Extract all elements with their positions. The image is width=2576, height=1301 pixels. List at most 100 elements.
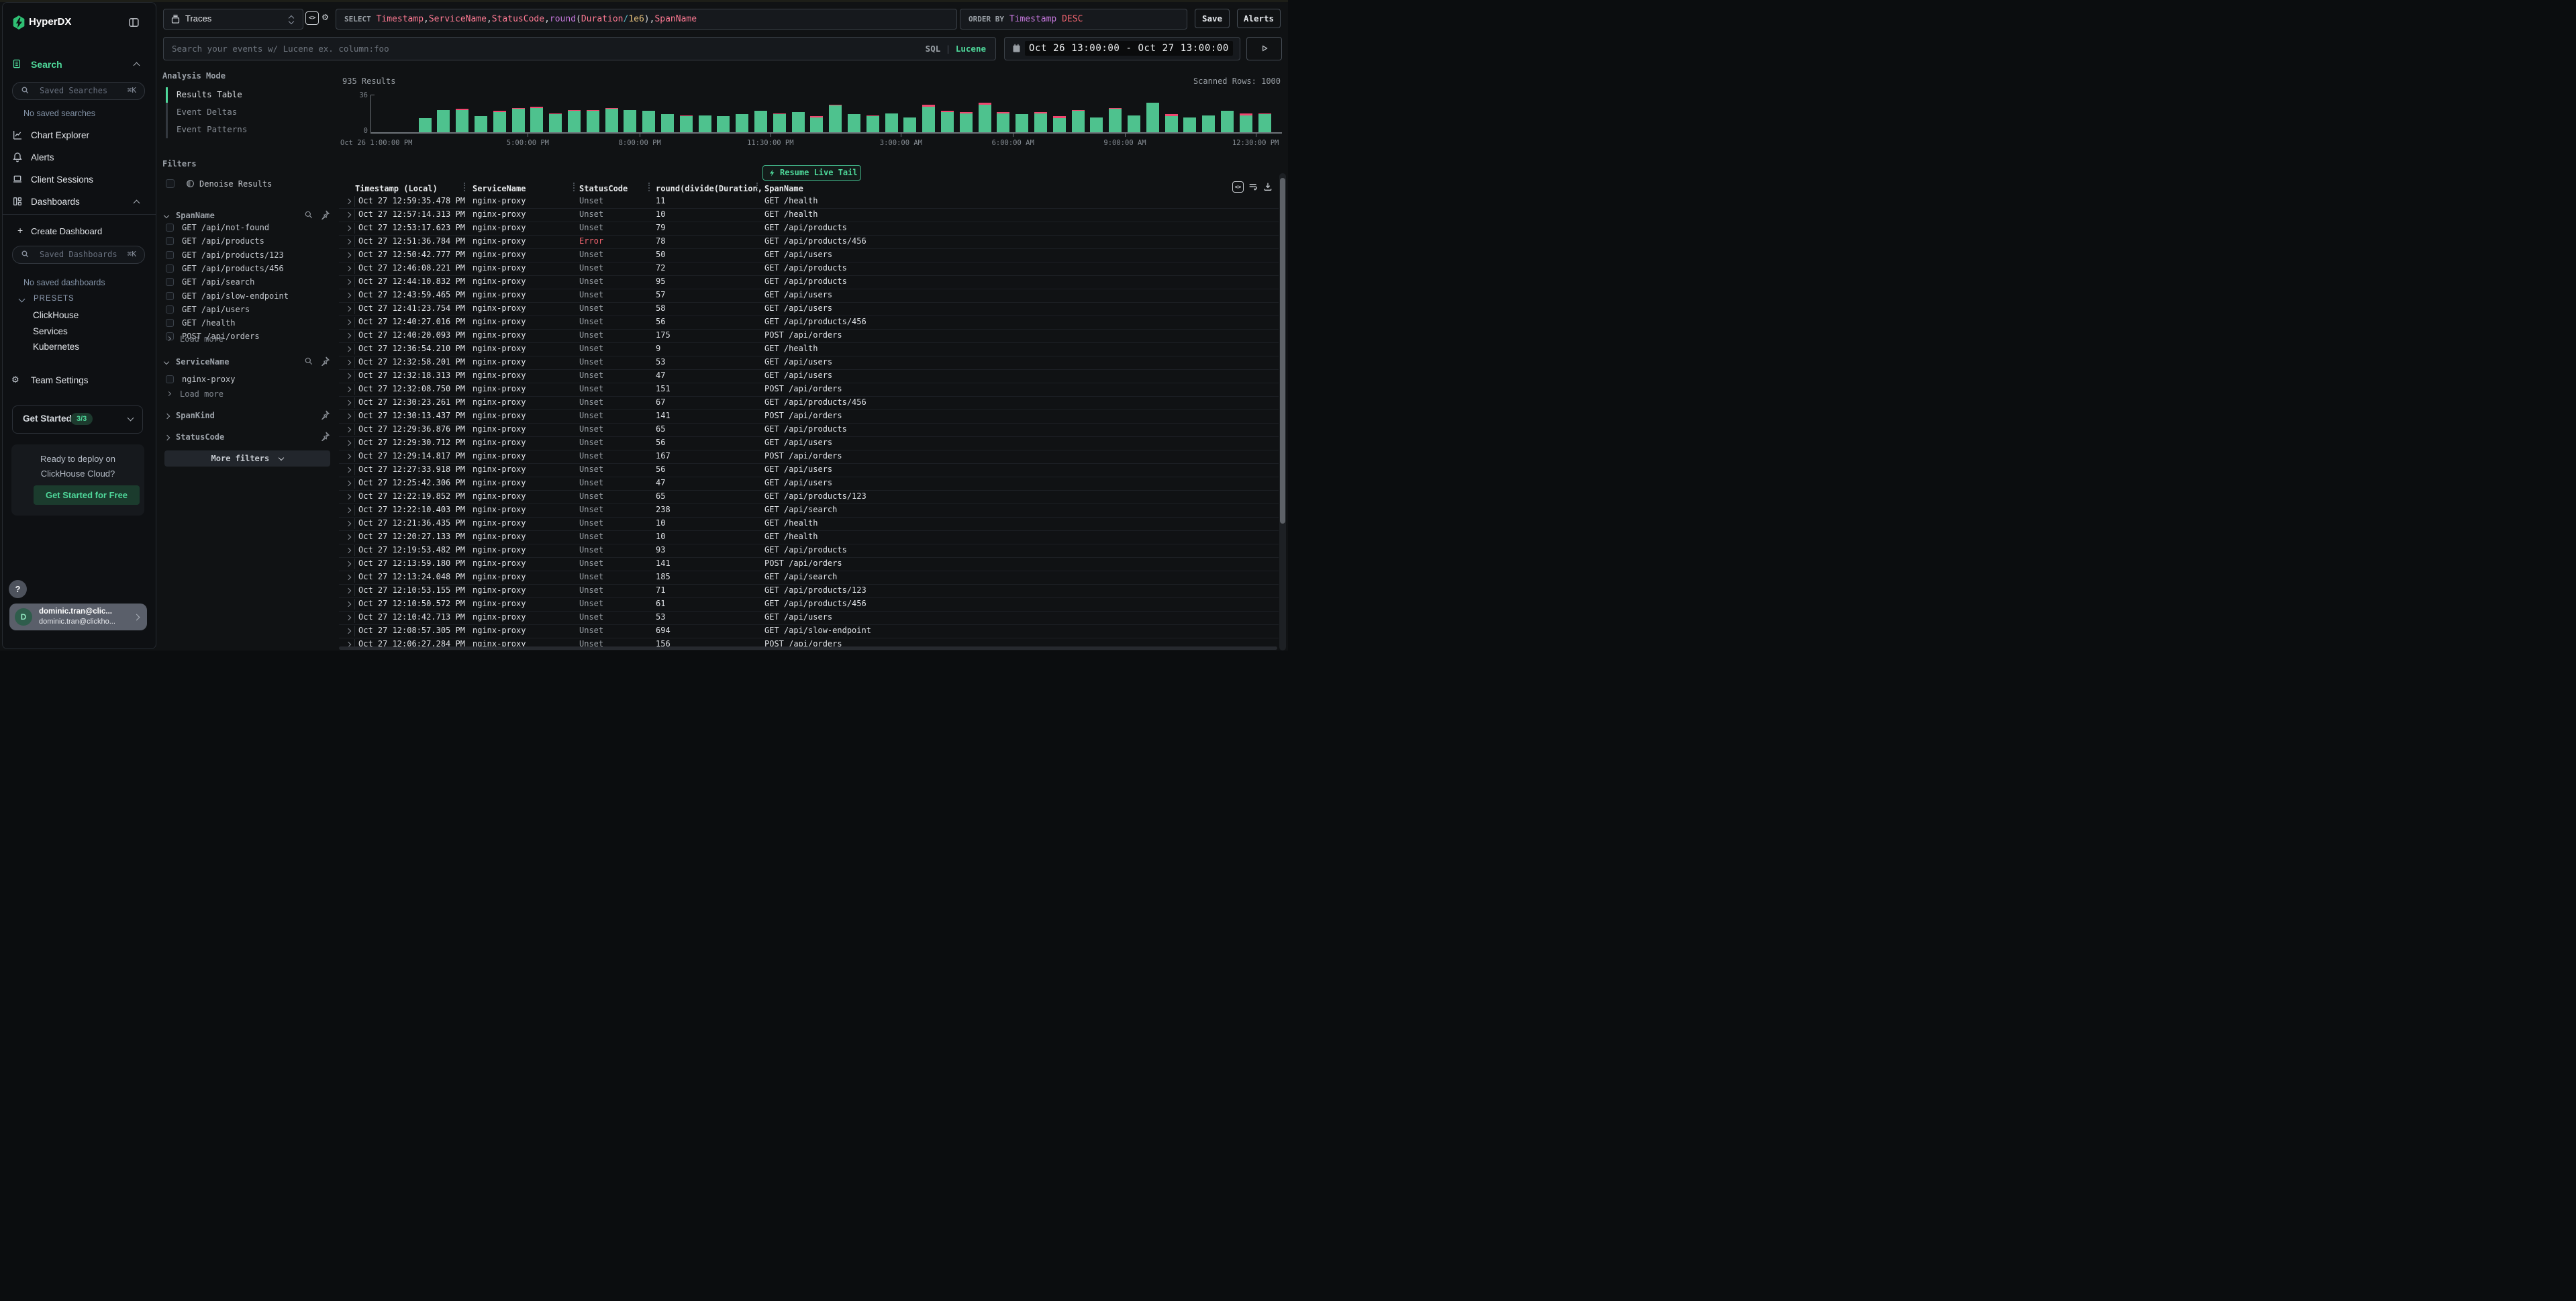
col-header-duration[interactable]: round(divide(Duration, — [656, 184, 762, 193]
histogram-bar[interactable] — [979, 103, 991, 132]
filter-group-servicename[interactable]: ServiceName — [176, 357, 229, 367]
filter-checkbox[interactable] — [166, 375, 174, 383]
filter-value-label[interactable]: GET /api/users — [182, 305, 250, 314]
filter-option[interactable]: GET /api/products — [0, 236, 175, 249]
table-row[interactable]: Oct 27 12:25:42.306 PM nginx-proxy Unset… — [339, 477, 1279, 491]
table-row[interactable]: Oct 27 12:22:19.852 PM nginx-proxy Unset… — [339, 490, 1279, 504]
histogram-bar[interactable] — [1090, 117, 1103, 132]
chevron-down-icon[interactable] — [164, 213, 169, 218]
filter-checkbox[interactable] — [166, 264, 174, 273]
table-row[interactable]: Oct 27 12:30:23.261 PM nginx-proxy Unset… — [339, 396, 1279, 410]
row-expand-chevron[interactable] — [346, 199, 351, 204]
histogram-bar[interactable] — [568, 110, 581, 132]
table-row[interactable]: Oct 27 12:20:27.133 PM nginx-proxy Unset… — [339, 530, 1279, 544]
histogram-bar[interactable] — [941, 111, 954, 132]
table-row[interactable]: Oct 27 12:10:42.713 PM nginx-proxy Unset… — [339, 611, 1279, 625]
histogram-bar[interactable] — [1053, 116, 1066, 132]
gear-icon[interactable]: ⚙ — [322, 11, 328, 23]
source-select[interactable]: Traces — [163, 9, 303, 30]
search-icon[interactable] — [304, 356, 313, 366]
table-row[interactable]: Oct 27 12:10:53.155 PM nginx-proxy Unset… — [339, 584, 1279, 598]
histogram-bar[interactable] — [661, 114, 674, 132]
histogram-bar[interactable] — [717, 116, 730, 132]
time-range-picker[interactable]: Oct 26 13:00:00 - Oct 27 13:00:00 — [1004, 37, 1240, 60]
table-row[interactable]: Oct 27 12:36:54.210 PM nginx-proxy Unset… — [339, 342, 1279, 356]
table-row[interactable]: Oct 27 12:21:36.435 PM nginx-proxy Unset… — [339, 517, 1279, 531]
filter-value-label[interactable]: GET /health — [182, 318, 235, 328]
download-icon[interactable] — [1262, 181, 1273, 192]
filter-option[interactable]: nginx-proxy — [0, 374, 175, 387]
collapse-sidebar-icon[interactable] — [128, 17, 140, 28]
filter-option[interactable]: POST /api/orders — [0, 331, 175, 344]
row-expand-chevron[interactable] — [346, 440, 351, 446]
histogram-bar[interactable] — [1072, 110, 1085, 132]
histogram-bar[interactable] — [848, 114, 860, 132]
row-expand-chevron[interactable] — [346, 239, 351, 244]
row-expand-chevron[interactable] — [346, 628, 351, 634]
table-row[interactable]: Oct 27 12:13:59.180 PM nginx-proxy Unset… — [339, 557, 1279, 571]
text-wrap-icon[interactable] — [1248, 181, 1258, 192]
filter-value-label[interactable]: GET /api/products — [182, 236, 264, 246]
row-expand-chevron[interactable] — [346, 508, 351, 513]
row-expand-chevron[interactable] — [346, 575, 351, 580]
filter-value-label[interactable]: nginx-proxy — [182, 375, 235, 384]
histogram-bar[interactable] — [736, 114, 748, 132]
row-expand-chevron[interactable] — [346, 333, 351, 338]
sidebar-item-chart-explorer[interactable]: Chart Explorer — [31, 130, 89, 140]
table-row[interactable]: Oct 27 12:53:17.623 PM nginx-proxy Unset… — [339, 222, 1279, 236]
lucene-search-input[interactable]: Search your events w/ Lucene ex. column:… — [163, 37, 996, 60]
histogram-bar[interactable] — [512, 108, 525, 132]
table-row[interactable]: Oct 27 12:40:27.016 PM nginx-proxy Unset… — [339, 316, 1279, 330]
mode-event-patterns[interactable]: Event Patterns — [177, 124, 247, 134]
filter-group-spankind[interactable]: SpanKind — [176, 411, 215, 420]
chevron-down-icon[interactable] — [164, 359, 169, 365]
row-expand-chevron[interactable] — [346, 601, 351, 607]
column-resize-handle[interactable] — [464, 183, 465, 191]
filter-option[interactable]: GET /api/slow-endpoint — [0, 291, 175, 304]
filter-checkbox[interactable] — [166, 251, 174, 259]
filter-checkbox[interactable] — [166, 237, 174, 245]
histogram-bar[interactable] — [754, 111, 767, 132]
filter-checkbox[interactable] — [166, 224, 174, 232]
more-filters-button[interactable]: More filters — [164, 450, 330, 467]
row-expand-chevron[interactable] — [346, 454, 351, 459]
table-row[interactable]: Oct 27 12:44:10.832 PM nginx-proxy Unset… — [339, 275, 1279, 289]
histogram-bar[interactable] — [960, 112, 973, 132]
histogram-bar[interactable] — [1015, 114, 1028, 132]
denoise-label[interactable]: Denoise Results — [199, 179, 272, 189]
select-query-input[interactable]: SELECT Timestamp,ServiceName,StatusCode,… — [336, 9, 957, 30]
order-by-input[interactable]: ORDER BY Timestamp DESC — [960, 9, 1187, 30]
histogram-bar[interactable] — [1165, 114, 1178, 132]
table-row[interactable]: Oct 27 12:22:10.403 PM nginx-proxy Unset… — [339, 503, 1279, 518]
histogram-bar[interactable] — [1128, 115, 1140, 132]
row-expand-chevron[interactable] — [346, 360, 351, 365]
row-expand-chevron[interactable] — [346, 320, 351, 325]
histogram-bar[interactable] — [1202, 115, 1215, 132]
row-expand-chevron[interactable] — [346, 521, 351, 526]
histogram-bar[interactable] — [1240, 113, 1252, 132]
table-row[interactable]: Oct 27 12:29:30.712 PM nginx-proxy Unset… — [339, 436, 1279, 450]
get-started-free-button[interactable]: Get Started for Free — [34, 485, 140, 505]
sidebar-item-client-sessions[interactable]: Client Sessions — [31, 175, 93, 185]
filter-option[interactable]: GET /api/products/123 — [0, 250, 175, 263]
table-row[interactable]: Oct 27 12:13:24.048 PM nginx-proxy Unset… — [339, 571, 1279, 585]
alerts-button[interactable]: Alerts — [1237, 9, 1281, 28]
filter-value-label[interactable]: GET /api/products/123 — [182, 250, 284, 260]
sidebar-item-alerts[interactable]: Alerts — [31, 152, 54, 162]
col-header-servicename[interactable]: ServiceName — [473, 184, 526, 193]
table-row[interactable]: Oct 27 12:59:35.478 PM nginx-proxy Unset… — [339, 195, 1279, 209]
filter-value-label[interactable]: GET /api/products/456 — [182, 264, 284, 273]
load-more-button[interactable]: Load more — [180, 334, 224, 344]
chevron-up-icon[interactable] — [134, 62, 140, 69]
histogram-bar[interactable] — [810, 116, 823, 132]
row-expand-chevron[interactable] — [346, 427, 351, 432]
histogram-bar[interactable] — [866, 115, 879, 132]
table-row[interactable]: Oct 27 12:51:36.784 PM nginx-proxy Error… — [339, 235, 1279, 249]
filter-value-label[interactable]: GET /api/slow-endpoint — [182, 291, 289, 301]
col-header-spanname[interactable]: SpanName — [764, 184, 803, 193]
table-row[interactable]: Oct 27 12:32:18.313 PM nginx-proxy Unset… — [339, 369, 1279, 383]
pin-icon[interactable] — [320, 356, 330, 366]
histogram-bar[interactable] — [530, 107, 543, 132]
row-expand-chevron[interactable] — [346, 293, 351, 298]
row-expand-chevron[interactable] — [346, 615, 351, 620]
